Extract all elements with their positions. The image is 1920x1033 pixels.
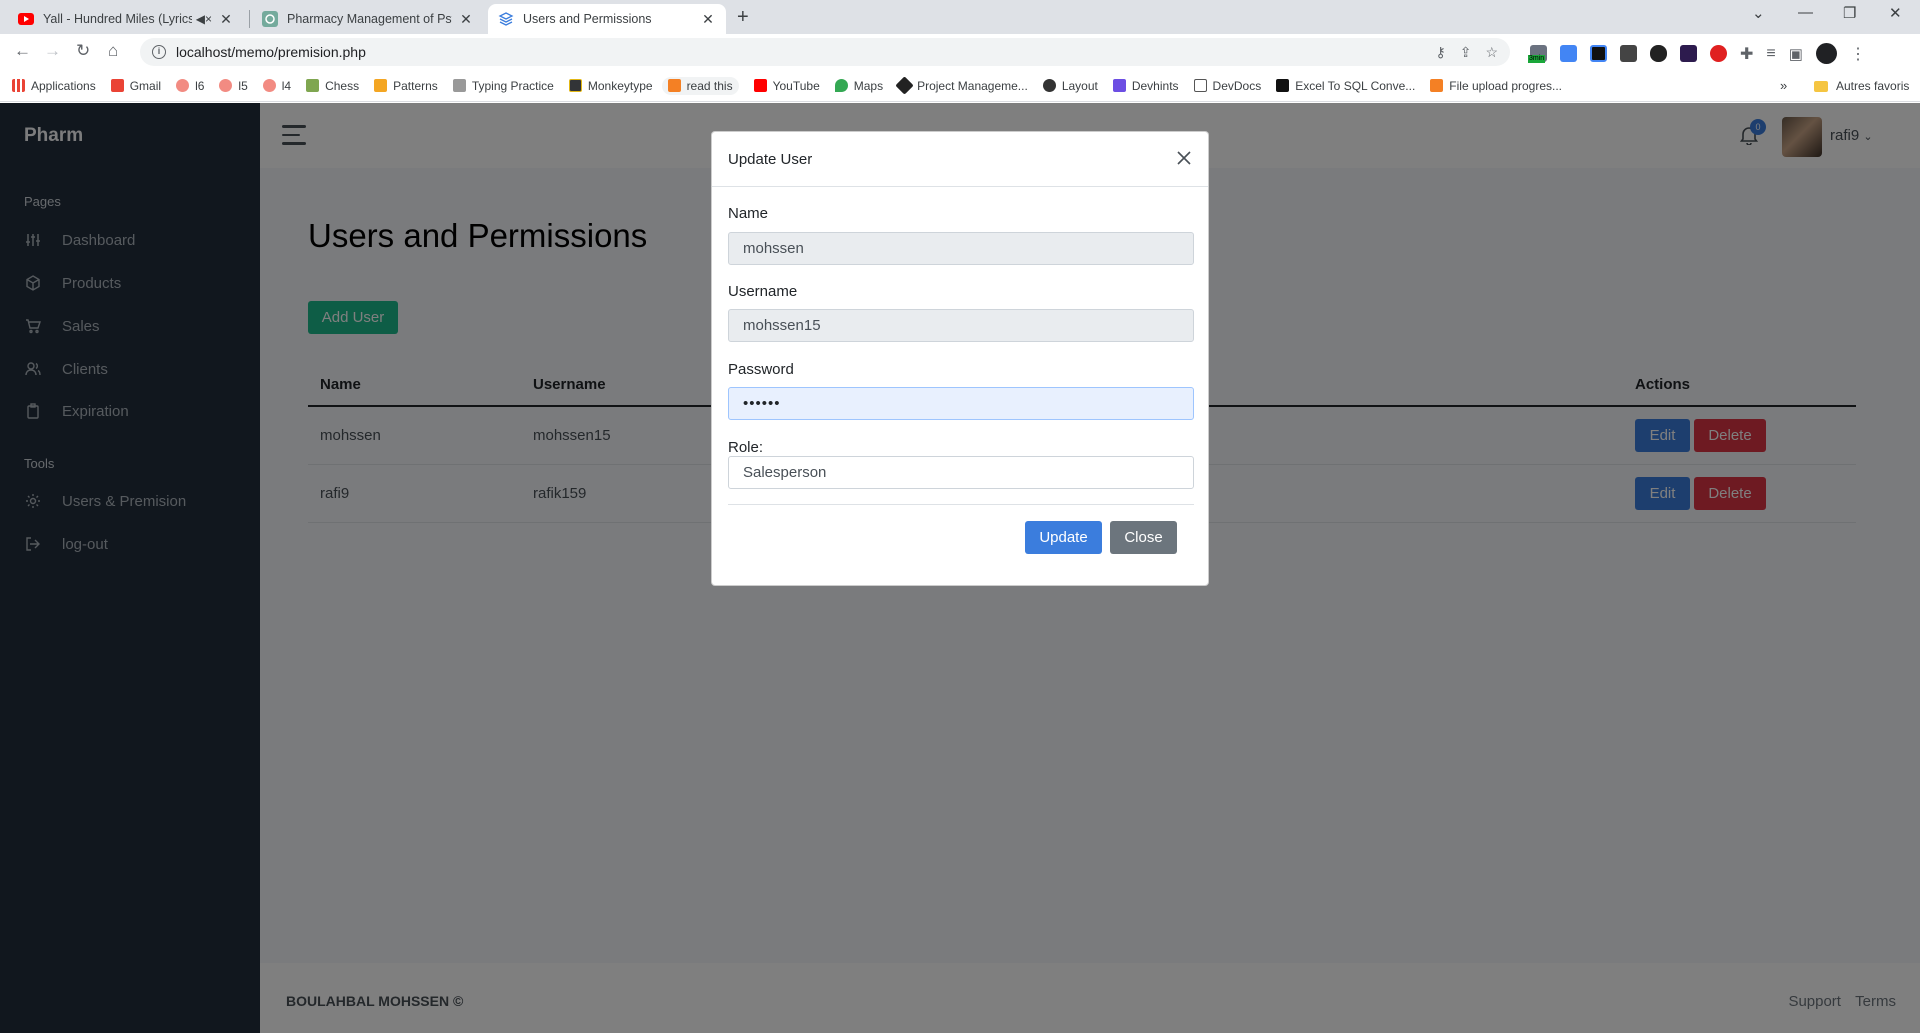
bookmark-l5[interactable]: l5 xyxy=(219,79,248,93)
close-icon[interactable] xyxy=(1174,148,1194,168)
browser-tab-bar: Yall - Hundred Miles (Lyrics) ( ◀× ✕ Pha… xyxy=(0,0,1920,34)
close-icon[interactable]: ✕ xyxy=(458,11,474,28)
bookmark-chess[interactable]: Chess xyxy=(306,79,359,93)
bookmark-read-this[interactable]: read this xyxy=(661,76,739,95)
profile-avatar[interactable] xyxy=(1815,43,1837,64)
bookmark-devhints[interactable]: Devhints xyxy=(1112,79,1179,93)
info-icon[interactable]: i xyxy=(152,45,166,59)
side-panel-icon[interactable]: ▣ xyxy=(1789,45,1803,63)
bookmark-youtube[interactable]: YouTube xyxy=(753,79,820,93)
translate-icon[interactable] xyxy=(1560,45,1577,62)
extensions-area: 3min ✚ ≡ ▣ ⋮ xyxy=(1528,43,1866,64)
modal-title: Update User xyxy=(728,151,813,168)
apps-grid-icon xyxy=(12,79,25,92)
star-icon[interactable]: ☆ xyxy=(1485,44,1498,61)
mute-icon[interactable]: ◀× xyxy=(196,12,212,26)
chess-icon xyxy=(306,79,320,92)
bookmark-file-upload[interactable]: File upload progres... xyxy=(1430,79,1562,93)
password-label: Password xyxy=(728,361,794,378)
opera-icon[interactable] xyxy=(1710,45,1727,62)
timer-extension-icon[interactable]: 3min xyxy=(1528,45,1547,63)
role-label: Role: xyxy=(728,439,764,456)
role-select[interactable]: Salesperson xyxy=(728,456,1194,489)
forward-button[interactable]: → xyxy=(44,41,61,61)
project-icon xyxy=(895,76,914,95)
bookmark-devdocs[interactable]: DevDocs xyxy=(1193,79,1261,93)
restore-button[interactable]: ❐ xyxy=(1843,4,1856,22)
layers-icon xyxy=(498,11,514,27)
reload-button[interactable]: ↻ xyxy=(76,41,90,61)
close-icon[interactable]: ✕ xyxy=(218,11,234,28)
bookmark-excel-to-sql[interactable]: Excel To SQL Conve... xyxy=(1276,79,1415,93)
bookmark-applications[interactable]: Applications xyxy=(12,79,96,93)
stackoverflow-icon xyxy=(667,79,681,92)
update-user-modal: Update User Name mohssen Username mohsse… xyxy=(711,131,1209,586)
tab-search-icon[interactable]: ⌄ xyxy=(1752,4,1765,22)
bookmark-gmail[interactable]: Gmail xyxy=(110,79,161,93)
patterns-icon xyxy=(374,79,388,92)
browser-toolbar: ← → ↻ ⌂ i localhost/memo/premision.php ⚷… xyxy=(0,34,1920,70)
stackoverflow-icon xyxy=(1430,79,1444,92)
new-tab-button[interactable]: + xyxy=(737,6,749,29)
minimize-button[interactable]: — xyxy=(1798,4,1813,21)
tab-users-permissions[interactable]: Users and Permissions ✕ xyxy=(488,4,726,34)
bookmark-favicon-icon xyxy=(219,79,233,92)
monkeytype-icon xyxy=(568,79,582,92)
media-queue-icon[interactable]: ≡ xyxy=(1766,45,1775,63)
extension-icon[interactable] xyxy=(1680,45,1697,62)
password-field[interactable]: •••••• xyxy=(728,387,1194,420)
glasses-extension-icon[interactable] xyxy=(1650,45,1667,62)
youtube-icon xyxy=(753,79,767,92)
name-field[interactable]: mohssen xyxy=(728,232,1194,265)
bookmark-l4[interactable]: l4 xyxy=(262,79,291,93)
home-button[interactable]: ⌂ xyxy=(108,41,118,61)
chatgpt-icon xyxy=(262,11,278,27)
username-field[interactable]: mohssen15 xyxy=(728,309,1194,342)
tab-title: Yall - Hundred Miles (Lyrics) ( xyxy=(43,12,192,26)
extension-icon[interactable] xyxy=(1590,45,1607,62)
key-icon[interactable]: ⚷ xyxy=(1435,44,1445,61)
bookmark-maps[interactable]: Maps xyxy=(834,79,883,93)
url-text: localhost/memo/premision.php xyxy=(176,44,366,60)
tab-title: Pharmacy Management of Psych xyxy=(287,12,452,26)
close-window-button[interactable]: ✕ xyxy=(1889,4,1902,22)
camera-extension-icon[interactable] xyxy=(1620,45,1637,62)
more-bookmarks-icon[interactable]: » xyxy=(1780,78,1787,93)
bookmark-favicon-icon xyxy=(262,79,276,92)
tab-title: Users and Permissions xyxy=(523,12,652,26)
share-icon[interactable]: ⇪ xyxy=(1460,44,1472,61)
bookmark-layout[interactable]: Layout xyxy=(1042,79,1098,93)
folder-icon xyxy=(1814,80,1828,92)
bookmark-monkeytype[interactable]: Monkeytype xyxy=(568,79,653,93)
close-icon[interactable]: ✕ xyxy=(700,11,716,28)
bt-icon xyxy=(1276,79,1290,92)
bookmark-l6[interactable]: l6 xyxy=(176,79,204,93)
tab-youtube-music[interactable]: Yall - Hundred Miles (Lyrics) ( ◀× ✕ xyxy=(8,4,244,34)
name-label: Name xyxy=(728,205,769,222)
address-bar[interactable]: i localhost/memo/premision.php ⚷ ⇪ ☆ xyxy=(140,38,1510,66)
bookmarks-bar: Applications Gmail l6 l5 l4 Chess Patter… xyxy=(0,70,1920,102)
username-label: Username xyxy=(728,283,798,300)
menu-icon[interactable]: ⋮ xyxy=(1850,44,1866,64)
close-button[interactable]: Close xyxy=(1110,521,1177,554)
maps-pin-icon xyxy=(834,79,848,92)
youtube-icon xyxy=(18,11,34,27)
tab-pharmacy-management[interactable]: Pharmacy Management of Psych ✕ xyxy=(252,4,484,34)
bookmark-typing-practice[interactable]: Typing Practice xyxy=(452,79,554,93)
other-bookmarks-folder[interactable]: Autres favoris xyxy=(1814,70,1909,102)
modal-footer-divider xyxy=(728,504,1194,505)
update-button[interactable]: Update xyxy=(1025,521,1102,554)
back-button[interactable]: ← xyxy=(14,41,31,61)
globe-icon xyxy=(1042,79,1056,92)
devhints-icon xyxy=(1112,79,1126,92)
bookmark-patterns[interactable]: Patterns xyxy=(374,79,438,93)
bookmark-favicon-icon xyxy=(176,79,190,92)
puzzle-icon[interactable]: ✚ xyxy=(1740,44,1753,64)
modal-header: Update User xyxy=(712,132,1208,187)
gmail-icon xyxy=(110,79,124,92)
bookmark-project-management[interactable]: Project Manageme... xyxy=(895,76,1028,95)
keyboard-icon xyxy=(452,79,466,92)
tab-separator xyxy=(249,10,250,28)
devdocs-icon xyxy=(1193,79,1207,92)
